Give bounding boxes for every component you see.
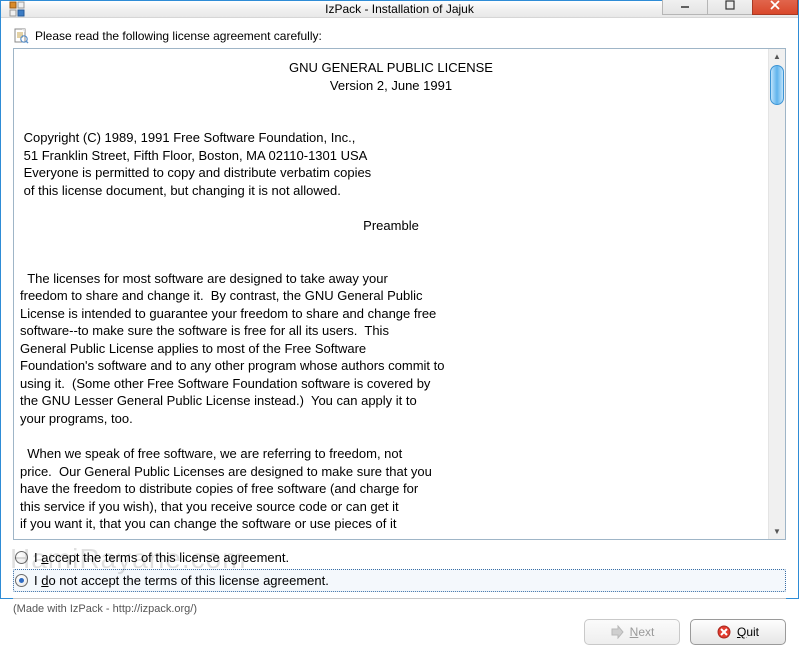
reject-radio-label: I do not accept the terms of this licens… [34, 573, 329, 588]
app-icon [9, 1, 25, 17]
license-radio-group: I accept the terms of this license agree… [13, 546, 786, 592]
accept-radio-row[interactable]: I accept the terms of this license agree… [13, 546, 786, 569]
scroll-down-icon[interactable]: ▼ [771, 525, 783, 538]
titlebar[interactable]: IzPack - Installation of Jajuk [1, 1, 798, 18]
license-heading: GNU GENERAL PUBLIC LICENSE [20, 59, 762, 77]
reject-post: o not accept the terms of this license a… [48, 573, 328, 588]
minimize-icon [680, 0, 690, 10]
content-area: Please read the following license agreem… [1, 18, 798, 655]
accept-radio-label: I accept the terms of this license agree… [34, 550, 289, 565]
license-text[interactable]: GNU GENERAL PUBLIC LICENSEVersion 2, Jun… [14, 49, 768, 539]
maximize-icon [725, 0, 735, 10]
close-button[interactable] [752, 0, 798, 15]
minimize-button[interactable] [662, 0, 708, 15]
reject-radio[interactable] [15, 574, 28, 587]
license-body: The licenses for most software are desig… [20, 271, 444, 532]
radio-dot-icon [19, 578, 24, 583]
scroll-thumb[interactable] [770, 65, 784, 105]
license-version: Version 2, June 1991 [20, 77, 762, 95]
next-post: ext [638, 625, 654, 639]
scrollbar[interactable]: ▲ ▼ [768, 49, 785, 539]
quit-mnemonic: Q [737, 625, 746, 639]
document-icon [13, 28, 29, 44]
accept-radio[interactable] [15, 551, 28, 564]
reject-radio-row[interactable]: I do not accept the terms of this licens… [13, 569, 786, 592]
next-mnemonic: N [630, 625, 639, 639]
close-icon [770, 0, 780, 10]
cancel-icon [717, 625, 731, 639]
license-box: GNU GENERAL PUBLIC LICENSEVersion 2, Jun… [13, 48, 786, 540]
quit-label: Quit [737, 625, 759, 639]
quit-button[interactable]: Quit [690, 619, 786, 645]
license-copyright: Copyright (C) 1989, 1991 Free Software F… [20, 130, 371, 198]
instruction-text: Please read the following license agreem… [35, 29, 322, 43]
window-controls [663, 0, 798, 15]
accept-post: ccept the terms of this license agreemen… [48, 550, 289, 565]
maximize-button[interactable] [707, 0, 753, 15]
installer-window: IzPack - Installation of Jajuk [0, 0, 799, 599]
credit-text: (Made with IzPack - http://izpack.org/) [13, 603, 786, 615]
arrow-right-icon [610, 625, 624, 639]
footer-buttons: Next Quit [13, 619, 786, 647]
license-preamble-title: Preamble [20, 217, 762, 235]
scroll-up-icon[interactable]: ▲ [771, 50, 783, 63]
next-button: Next [584, 619, 680, 645]
next-label: Next [630, 625, 655, 639]
quit-post: uit [746, 625, 759, 639]
instruction-row: Please read the following license agreem… [13, 28, 786, 44]
